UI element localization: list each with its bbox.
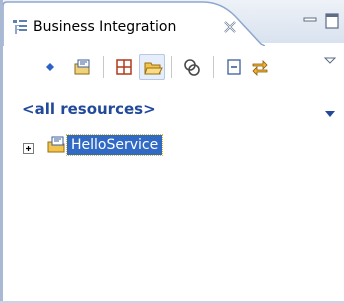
minimize-icon[interactable] xyxy=(301,12,319,30)
business-integration-view-icon xyxy=(12,19,28,35)
business-integration-view: Business Integration <all resources> Hel… xyxy=(0,0,344,303)
view-menu-icon[interactable] xyxy=(317,48,343,74)
sync-arrows-icon[interactable] xyxy=(247,54,273,80)
close-icon[interactable] xyxy=(223,20,237,34)
resource-filter-label[interactable]: <all resources> xyxy=(22,100,156,118)
tree-item[interactable]: HelloService xyxy=(3,134,344,156)
toolbar-separator xyxy=(171,56,172,78)
view-title: Business Integration xyxy=(33,19,177,35)
grid-icon[interactable] xyxy=(111,54,137,80)
expand-icon[interactable] xyxy=(23,139,34,154)
module-folder-icon xyxy=(47,135,65,153)
toolbar-separator xyxy=(103,56,104,78)
toolbar-separator xyxy=(213,56,214,78)
view-tab[interactable]: Business Integration xyxy=(3,0,265,46)
small-arrow-icon[interactable] xyxy=(37,54,63,80)
link-chain-icon[interactable] xyxy=(179,54,205,80)
new-module-icon[interactable] xyxy=(69,54,95,80)
tree-item-label[interactable]: HelloService xyxy=(65,134,164,156)
view-title-bar: Business Integration xyxy=(3,0,344,46)
open-folder-icon[interactable] xyxy=(139,54,165,80)
project-tree: HelloService xyxy=(3,134,344,294)
view-toolbar xyxy=(3,46,344,88)
collapse-all-icon[interactable] xyxy=(221,54,247,80)
dropdown-arrow-icon[interactable] xyxy=(323,104,337,117)
resource-filter[interactable]: <all resources> xyxy=(3,98,344,122)
maximize-icon[interactable] xyxy=(323,12,341,30)
